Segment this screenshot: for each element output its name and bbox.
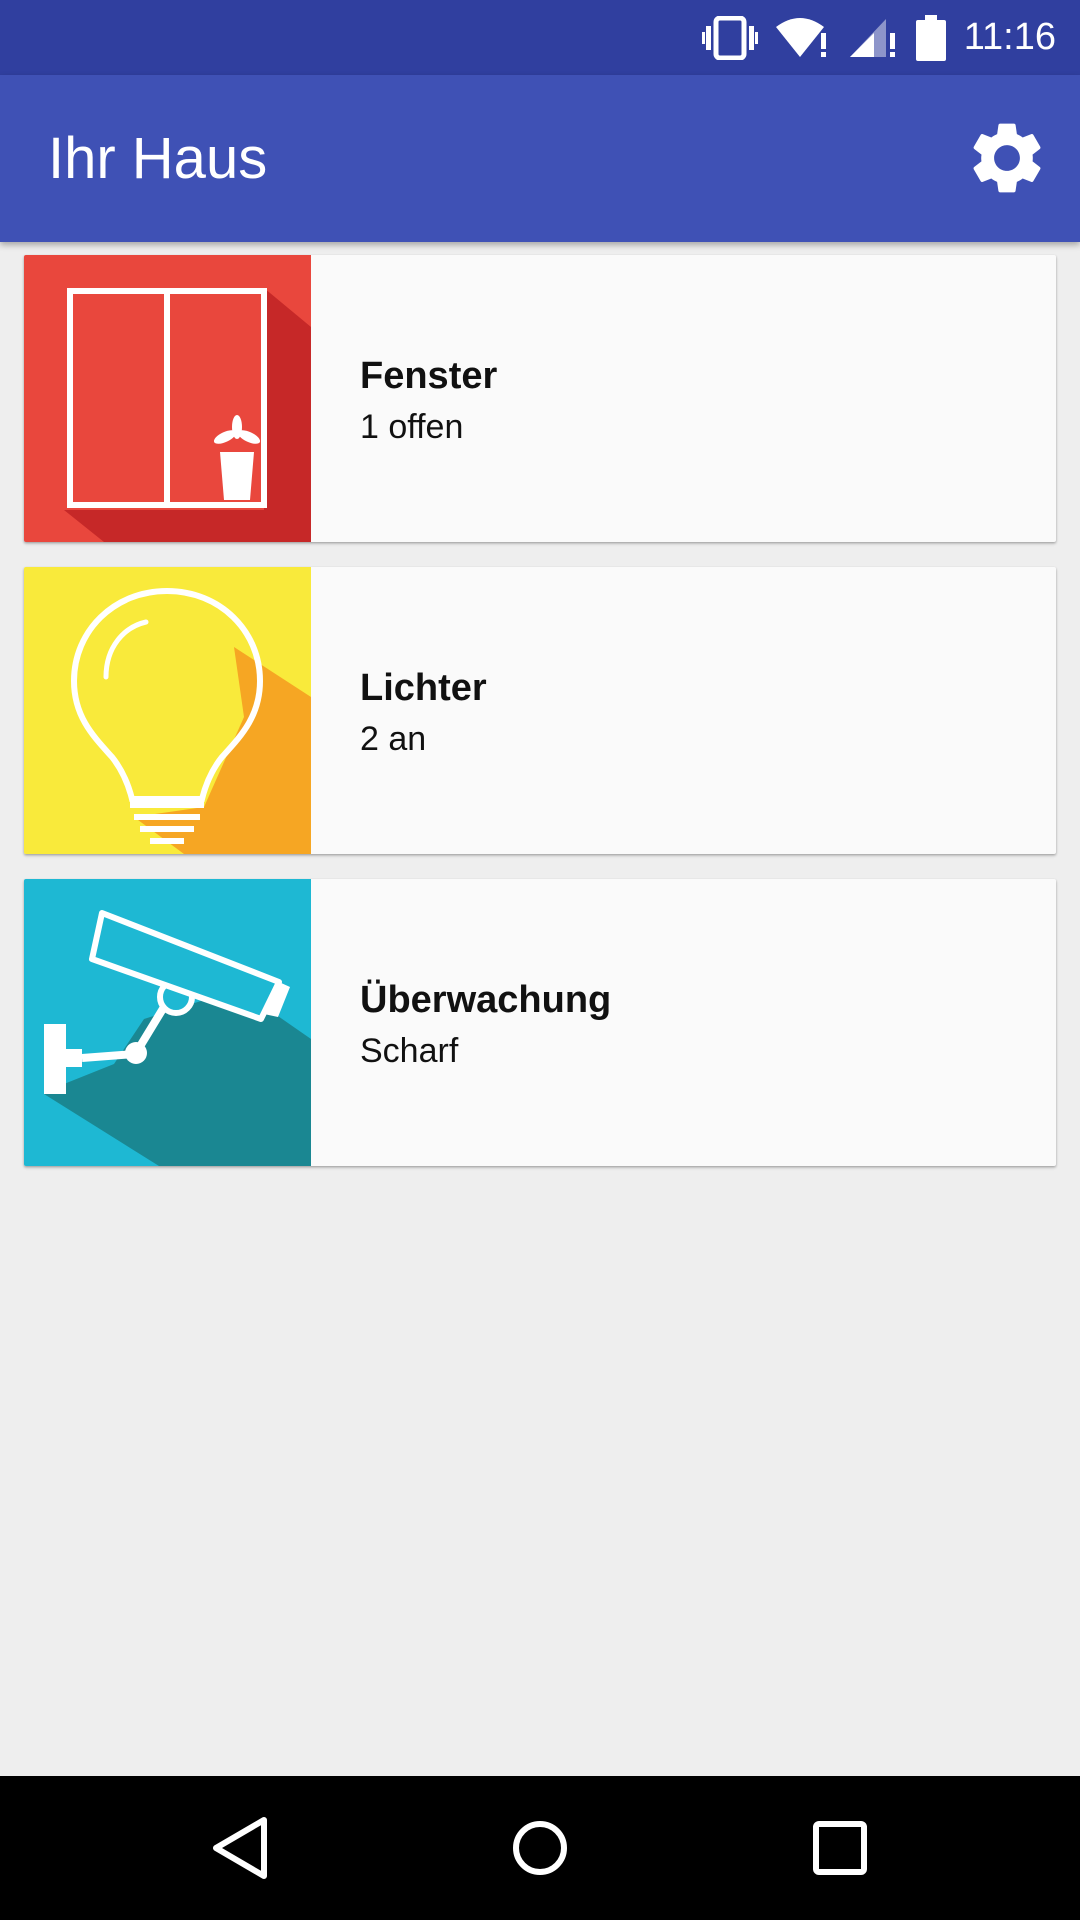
back-icon[interactable]	[198, 1806, 282, 1890]
security-camera-icon	[24, 879, 311, 1166]
card-title: Lichter	[360, 667, 487, 709]
page-title: Ihr Haus	[48, 126, 268, 191]
window-icon	[24, 255, 311, 542]
card-list: Fenster 1 offen Lichter 2 an Überwachung…	[24, 255, 1056, 1191]
card-status: Scharf	[360, 1032, 459, 1070]
vibrate-icon	[701, 15, 758, 60]
card-title: Überwachung	[360, 979, 612, 1021]
card-status: 1 offen	[360, 408, 464, 446]
navigation-bar	[0, 1776, 1080, 1920]
card-lichter[interactable]: Lichter 2 an	[24, 567, 1056, 854]
recents-icon[interactable]	[798, 1806, 882, 1890]
card-status: 2 an	[360, 720, 427, 758]
home-icon[interactable]	[498, 1806, 582, 1890]
card-fenster[interactable]: Fenster 1 offen	[24, 255, 1056, 542]
gear-icon[interactable]	[964, 115, 1050, 201]
signal-icon	[849, 18, 895, 57]
app-bar: Ihr Haus	[0, 75, 1080, 242]
status-bar: 11:16	[0, 0, 1080, 75]
status-time: 11:16	[963, 16, 1056, 58]
lightbulb-icon	[24, 567, 311, 854]
card-title: Fenster	[360, 355, 498, 397]
card-ueberwachung[interactable]: Überwachung Scharf	[24, 879, 1056, 1166]
wifi-icon	[775, 17, 826, 57]
battery-icon	[915, 14, 946, 61]
